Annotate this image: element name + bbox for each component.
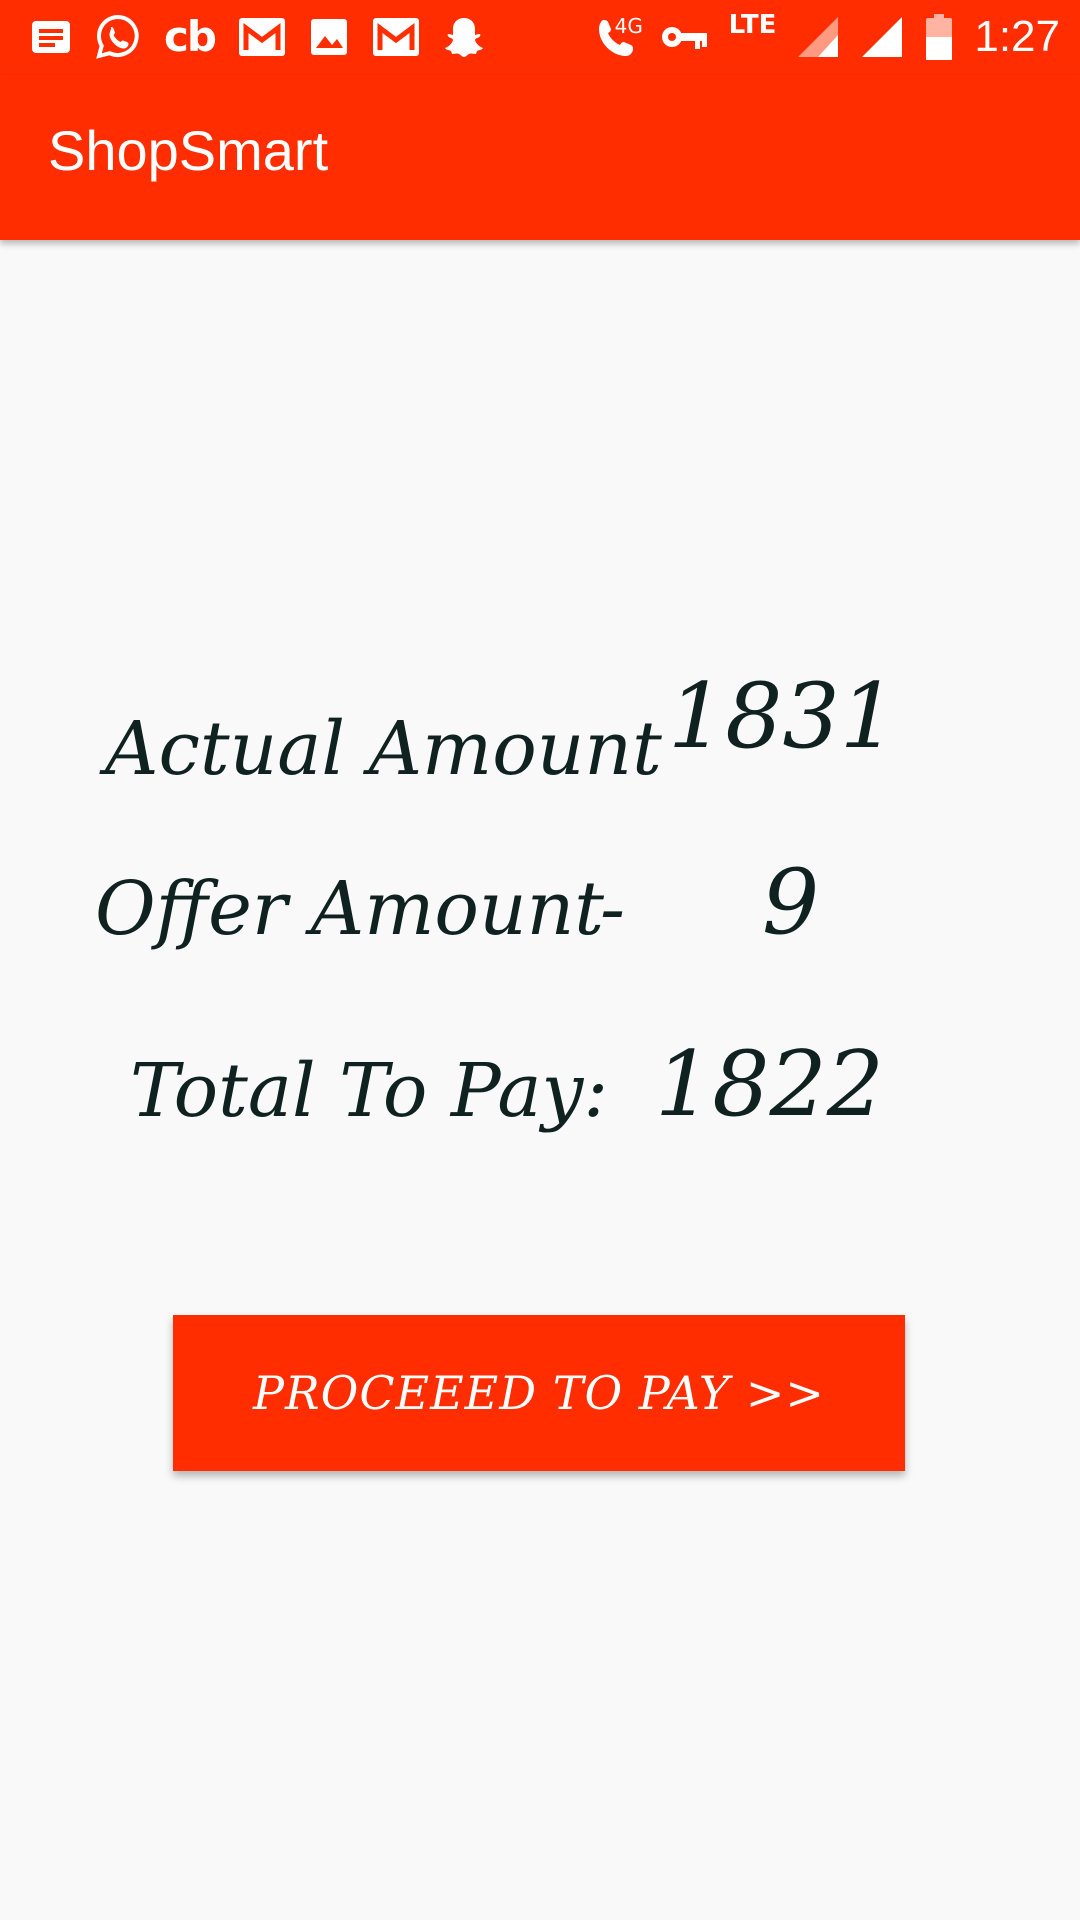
app-toolbar: ShopSmart xyxy=(0,75,1080,240)
offer-amount-label: Offer Amount xyxy=(95,866,605,952)
total-to-pay-value: 1822 xyxy=(655,1032,885,1137)
gmail-icon xyxy=(371,16,421,58)
actual-amount-value: 1831 xyxy=(668,664,898,769)
network-type-label: LTE xyxy=(728,10,777,40)
offer-amount-value: 9 xyxy=(762,850,820,955)
proceed-to-pay-button[interactable]: PROCEEED TO PAY >> xyxy=(173,1315,905,1471)
proceed-to-pay-label: PROCEEED TO PAY >> xyxy=(253,1366,825,1420)
signal-icon xyxy=(796,15,840,59)
actual-amount-label: Actual Amount xyxy=(105,706,662,792)
system-icons: 4G LTE 1:27 xyxy=(595,10,1060,64)
gmail-icon xyxy=(237,16,287,58)
cb-icon: cb xyxy=(164,12,217,61)
notification-icons: cb xyxy=(30,12,485,62)
signal-full-icon xyxy=(860,15,904,59)
battery-icon xyxy=(924,13,954,61)
status-bar: cb 4G LTE 1:27 xyxy=(0,0,1080,75)
offer-minus-sign: - xyxy=(600,866,626,952)
vpn-key-icon xyxy=(661,22,709,52)
clock: 1:27 xyxy=(974,12,1060,61)
app-title: ShopSmart xyxy=(48,119,329,182)
call-badge: 4G xyxy=(614,14,643,38)
whatsapp-icon xyxy=(94,13,142,61)
snapchat-icon xyxy=(443,15,485,59)
image-icon xyxy=(309,17,349,57)
message-icon xyxy=(30,17,72,57)
total-to-pay-label: Total To Pay: xyxy=(130,1048,609,1134)
wifi-call-icon: 4G xyxy=(595,14,643,60)
